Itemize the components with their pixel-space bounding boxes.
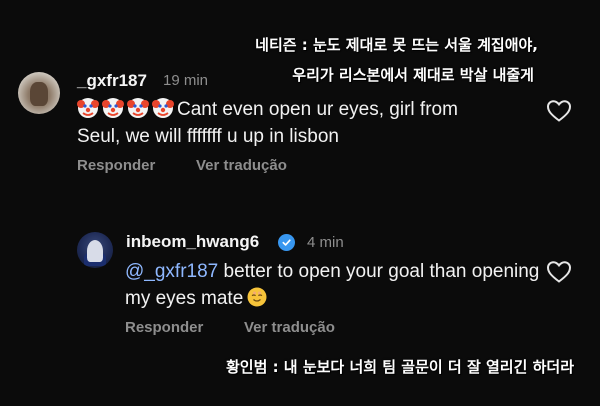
- caption-hwang-reply: 황인범 : 내 눈보다 너희 팀 골문이 더 잘 열리긴 하더라: [225, 358, 574, 376]
- reply-button[interactable]: Responder: [125, 319, 203, 336]
- like-heart-icon[interactable]: [546, 260, 572, 284]
- clown-face-icon: [77, 98, 99, 118]
- see-translation-button[interactable]: Ver tradução: [244, 319, 335, 336]
- caption-netizen-line1: 네티즌 : 눈도 제대로 못 뜨는 서울 계집애야,: [255, 36, 538, 54]
- caption-netizen-line2: 우리가 리스본에서 제대로 박살 내줄게: [292, 66, 534, 84]
- commenter-avatar[interactable]: [18, 72, 60, 114]
- comment-username[interactable]: _gxfr187: [77, 71, 147, 91]
- comment-text: Cant even open ur eyes, girl from Seul, …: [77, 96, 477, 150]
- clown-face-icon: [102, 98, 124, 118]
- comment-timestamp: 19 min: [163, 72, 209, 89]
- clown-face-icon: [152, 98, 174, 118]
- user-avatar-icon: [87, 240, 103, 262]
- replier-avatar[interactable]: [77, 232, 113, 268]
- clown-face-icon: [127, 98, 149, 118]
- reply-text: @_gxfr187 better to open your goal than …: [125, 258, 545, 312]
- verified-badge-icon: [278, 234, 295, 251]
- like-heart-icon[interactable]: [546, 99, 572, 123]
- see-translation-button[interactable]: Ver tradução: [196, 157, 287, 174]
- mention-link[interactable]: @_gxfr187: [125, 261, 218, 282]
- reply-button[interactable]: Responder: [77, 157, 155, 174]
- user-avatar-icon: [30, 82, 48, 106]
- reply-timestamp: 4 min: [307, 234, 344, 251]
- relieved-smile-icon: [247, 287, 267, 307]
- reply-username[interactable]: inbeom_hwang6: [126, 232, 259, 252]
